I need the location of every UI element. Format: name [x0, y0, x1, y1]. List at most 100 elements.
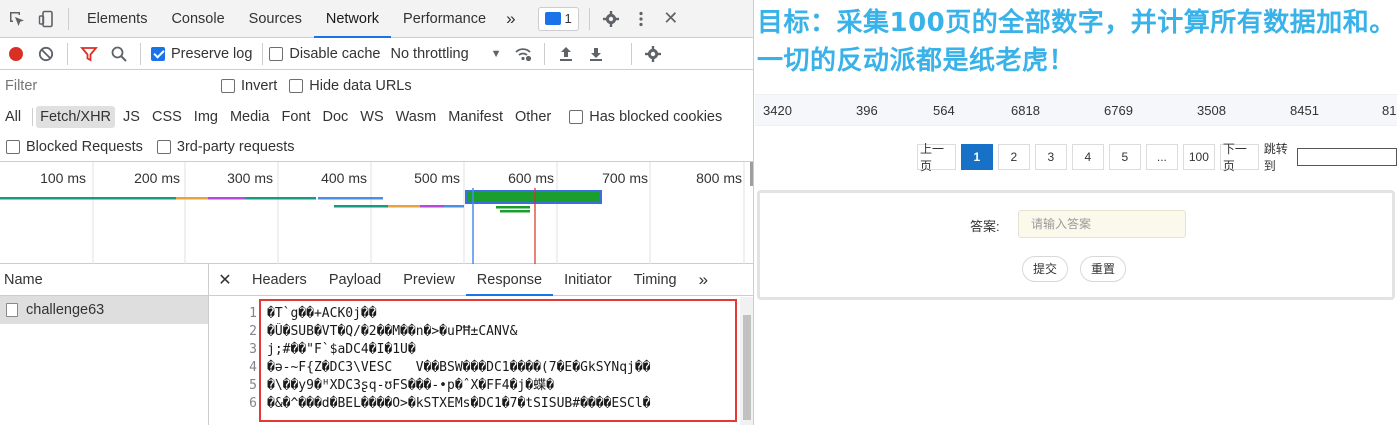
tab-performance[interactable]: Performance: [391, 0, 498, 38]
filter-funnel-icon[interactable]: [74, 39, 104, 69]
type-css[interactable]: CSS: [148, 106, 186, 128]
number-cell: 6818: [1011, 103, 1040, 118]
page-ellipsis: ...: [1145, 144, 1178, 170]
tab-network[interactable]: Network: [313, 0, 392, 38]
network-settings-gear-icon[interactable]: [638, 39, 668, 69]
device-toolbar-icon[interactable]: [32, 4, 62, 34]
jump-to-page: 跳转到: [1264, 140, 1397, 174]
tab-sources[interactable]: Sources: [237, 0, 314, 38]
invert-checkbox[interactable]: Invert: [221, 78, 277, 94]
checkbox-checked[interactable]: [151, 46, 165, 61]
divider: [543, 42, 545, 65]
jump-label: 跳转到: [1263, 142, 1288, 173]
scrollbar-thumb[interactable]: [743, 315, 751, 420]
close-devtools-icon[interactable]: ✕: [656, 4, 686, 34]
filter-row: Invert Hide data URLs: [0, 70, 753, 102]
submit-button[interactable]: 提交: [1022, 256, 1069, 282]
type-other[interactable]: Other: [511, 106, 555, 128]
answer-input[interactable]: 请输入答案: [1018, 210, 1186, 238]
jump-page-input[interactable]: [1296, 148, 1397, 166]
has-blocked-cookies-checkbox[interactable]: Has blocked cookies: [569, 109, 722, 125]
reset-button[interactable]: 重置: [1080, 256, 1127, 282]
name-column-header[interactable]: Name: [0, 264, 208, 296]
third-party-requests-checkbox[interactable]: 3rd-party requests: [156, 139, 295, 155]
request-row[interactable]: challenge63: [0, 296, 208, 324]
tab-elements[interactable]: Elements: [75, 0, 159, 38]
inspect-element-icon[interactable]: [2, 4, 32, 34]
tab-console[interactable]: Console: [159, 0, 236, 38]
throttling-value: No throttling: [390, 45, 469, 62]
hide-data-urls-checkbox[interactable]: Hide data URLs: [289, 78, 412, 94]
network-conditions-wifi-icon[interactable]: [508, 39, 538, 69]
resource-type-filter-row: All Fetch/XHR JS CSS Img Media Font Doc …: [0, 102, 753, 132]
detail-tabs: ✕ Headers Payload Preview Response Initi…: [209, 264, 753, 296]
number-cell: 396: [856, 103, 878, 118]
page-title: 目标：采集100页的全部数字，并计算所有数据加和。一切的反动派都是纸老虎！: [757, 8, 1396, 76]
clear-icon[interactable]: [31, 39, 61, 69]
type-media[interactable]: Media: [226, 106, 274, 128]
divider: [32, 108, 34, 126]
tab-payload[interactable]: Payload: [318, 264, 392, 296]
filter-input[interactable]: [3, 74, 209, 98]
response-content-highlight[interactable]: �T`g��+ACK0j�� �Û�SUB�VT�Q/�2��M��n�>�uP…: [259, 299, 737, 422]
checkbox-unchecked[interactable]: [6, 139, 20, 154]
checkbox-unchecked[interactable]: [221, 79, 235, 93]
type-doc[interactable]: Doc: [318, 106, 352, 128]
answer-form: 答案: 请输入答案 提交 重置: [757, 190, 1395, 300]
tab-headers[interactable]: Headers: [241, 264, 318, 296]
type-manifest[interactable]: Manifest: [444, 106, 507, 128]
number-cell: 6769: [1104, 103, 1133, 118]
checkbox-unchecked[interactable]: [269, 46, 284, 61]
response-viewer[interactable]: 1 2 3 4 5 6 �T`g��+ACK0j�� �Û�SUB�VT�Q/�…: [209, 297, 753, 425]
prev-page-button[interactable]: 上一页: [917, 142, 956, 173]
blocked-requests-checkbox[interactable]: Blocked Requests: [6, 139, 143, 155]
page-button-current[interactable]: 1: [960, 144, 993, 170]
settings-gear-icon[interactable]: [596, 4, 626, 34]
line-number: 5: [249, 378, 257, 393]
throttling-select[interactable]: No throttling ▼: [390, 46, 501, 62]
page-button[interactable]: 3: [1034, 144, 1067, 170]
dropdown-arrow-icon: ▼: [490, 47, 502, 60]
checkbox-unchecked[interactable]: [156, 139, 171, 154]
type-font[interactable]: Font: [277, 106, 314, 128]
tab-initiator[interactable]: Initiator: [553, 264, 623, 296]
issues-badge[interactable]: 1: [537, 6, 579, 31]
page-button[interactable]: 4: [1071, 144, 1104, 170]
checkbox-unchecked[interactable]: [289, 79, 304, 93]
number-cell: 8451: [1290, 103, 1319, 118]
type-fetch-xhr[interactable]: Fetch/XHR: [36, 106, 116, 128]
tab-timing[interactable]: Timing: [623, 264, 688, 296]
vertical-scrollbar[interactable]: [740, 297, 753, 425]
line-number: 6: [249, 396, 257, 411]
network-overview-timeline[interactable]: 100 ms 200 ms 300 ms 400 ms 500 ms 600 m…: [0, 162, 753, 264]
disable-cache-checkbox[interactable]: Disable cache: [269, 46, 380, 62]
page-button[interactable]: 5: [1108, 144, 1141, 170]
type-ws[interactable]: WS: [356, 106, 387, 128]
import-har-upload-icon[interactable]: [551, 39, 581, 69]
response-line: �Û�SUB�VT�Q/�2��M��n�>�uPĦ±CANV&: [267, 324, 518, 339]
close-detail-icon[interactable]: ✕: [209, 270, 241, 290]
checkbox-unchecked[interactable]: [569, 110, 584, 124]
next-page-button[interactable]: 下一页: [1219, 142, 1259, 173]
type-wasm[interactable]: Wasm: [392, 106, 441, 128]
number-cell: 3420: [763, 103, 792, 118]
page-button[interactable]: 2: [997, 144, 1030, 170]
preserve-log-checkbox[interactable]: Preserve log: [151, 46, 252, 62]
tick-100ms: 100 ms: [40, 170, 86, 186]
type-js[interactable]: JS: [119, 106, 144, 128]
tab-preview[interactable]: Preview: [392, 264, 466, 296]
more-options-icon[interactable]: [626, 4, 656, 34]
type-img[interactable]: Img: [190, 106, 222, 128]
devtools-panel: Elements Console Sources Network Perform…: [0, 0, 754, 425]
number-cell: 81: [1382, 103, 1397, 118]
more-tabs-button[interactable]: »: [498, 0, 523, 38]
tab-response[interactable]: Response: [465, 264, 554, 296]
page-button-last[interactable]: 100: [1182, 144, 1215, 170]
more-detail-tabs-button[interactable]: »: [688, 264, 719, 296]
search-icon[interactable]: [104, 39, 134, 69]
record-button[interactable]: [1, 39, 31, 69]
export-har-download-icon[interactable]: [581, 39, 611, 69]
type-all[interactable]: All: [1, 106, 25, 128]
has-blocked-cookies-label: Has blocked cookies: [589, 109, 723, 125]
divider: [588, 7, 590, 30]
